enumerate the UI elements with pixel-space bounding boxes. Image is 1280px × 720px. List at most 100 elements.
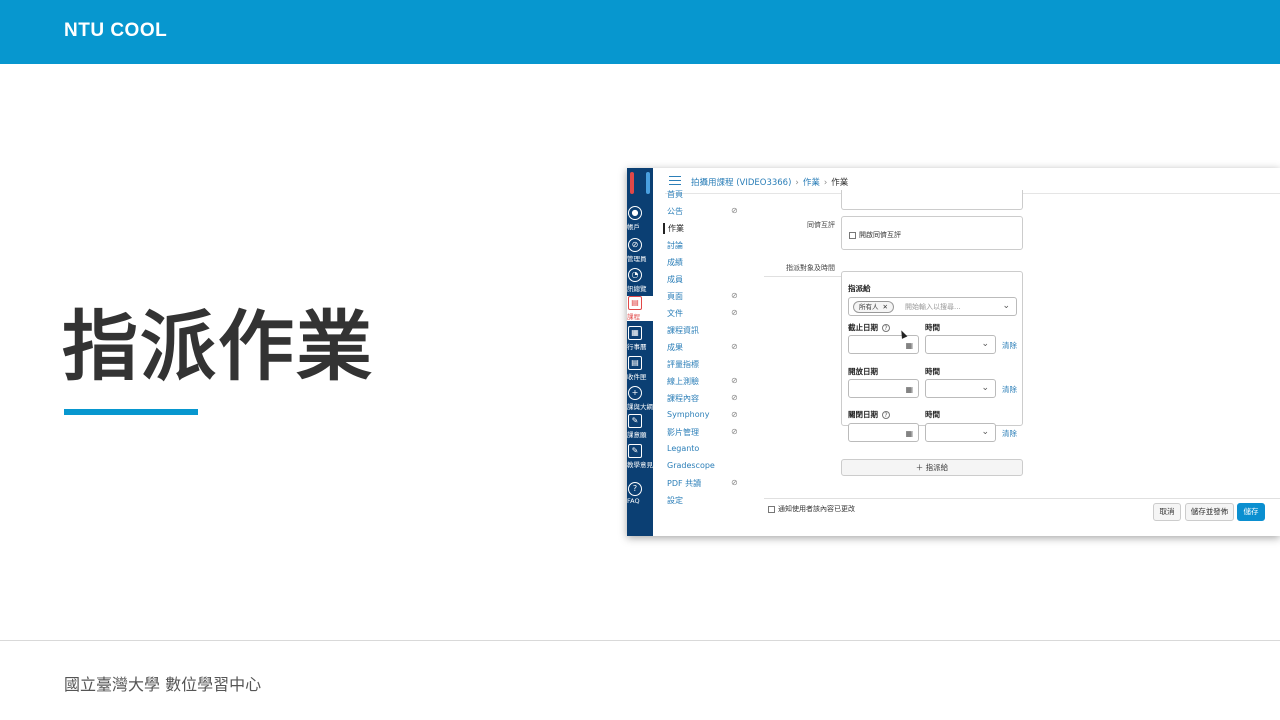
hidden-eye-icon: ⊘	[731, 206, 738, 215]
until-label: 關閉日期?	[848, 409, 890, 420]
assignee-placeholder: 開始輸入以搜尋...	[905, 303, 961, 311]
until-date-input[interactable]: ▦	[848, 423, 919, 442]
section-divider	[764, 276, 842, 277]
hamburger-menu-icon[interactable]	[669, 176, 681, 185]
hidden-eye-icon: ⊘	[731, 478, 738, 487]
assignee-tag-label: 所有人	[859, 303, 879, 311]
chevron-down-icon: ⌄	[981, 427, 989, 437]
slide-title: 指派作業	[62, 302, 374, 391]
calendar-icon[interactable]: ▦	[905, 429, 913, 438]
breadcrumb-current: 作業	[831, 178, 849, 188]
help-icon[interactable]: ?	[882, 411, 890, 419]
course-nav-item[interactable]: 課程資訊	[667, 325, 699, 336]
peer-review-option[interactable]: 開啟同儕互評	[849, 230, 901, 240]
save-button[interactable]: 儲存	[1237, 503, 1265, 521]
peer-review-checkbox[interactable]	[849, 231, 856, 239]
course-nav-item[interactable]: PDF 共讀	[667, 478, 701, 489]
due-date-input[interactable]: ▦	[848, 335, 919, 354]
course-nav-item[interactable]: 首頁	[667, 189, 683, 200]
course-nav-item[interactable]: 成員	[667, 274, 683, 285]
global-nav-item[interactable]: ✎ 教學意見調查	[627, 444, 653, 469]
until-clear-link[interactable]: 清除	[1002, 428, 1017, 439]
course-nav-item[interactable]: Symphony	[667, 410, 709, 419]
save-and-publish-button[interactable]: 儲存並發佈	[1185, 503, 1234, 521]
plus-icon: +	[628, 386, 642, 400]
title-underline	[64, 409, 198, 415]
global-nav-label: 收件匣	[627, 373, 647, 381]
course-nav-item[interactable]: 成果	[667, 342, 683, 353]
admin-icon: ⊘	[628, 238, 642, 252]
footer-institution: 國立臺灣大學 數位學習中心	[64, 675, 262, 694]
hidden-eye-icon: ⊘	[731, 308, 738, 317]
course-nav-item[interactable]: 評量指標	[667, 359, 699, 370]
course-nav-item[interactable]: 討論	[667, 240, 683, 251]
until-time-label: 時間	[925, 410, 940, 419]
edit-icon: ✎	[628, 414, 642, 428]
calendar-icon[interactable]: ▦	[905, 341, 913, 350]
add-assign-button[interactable]: ＋ 指派給	[841, 459, 1023, 476]
global-nav-item[interactable]: ▤ 收件匣	[627, 356, 653, 381]
tag-remove-icon[interactable]: ✕	[883, 303, 888, 311]
hidden-eye-icon: ⊘	[731, 410, 738, 419]
due-date-label: 截止日期?	[848, 322, 890, 333]
cancel-button[interactable]: 取消	[1153, 503, 1181, 521]
until-label-text: 關閉日期	[848, 410, 878, 419]
global-nav-item[interactable]: ✎ 課意願	[627, 414, 653, 439]
course-nav-item[interactable]: 線上測驗	[667, 376, 699, 387]
brand-logo: NTU COOL	[64, 20, 168, 41]
available-from-input[interactable]: ▦	[848, 379, 919, 398]
assign-to-label: 指派給	[848, 284, 871, 293]
course-nav-item[interactable]: 影片管理	[667, 427, 699, 438]
available-clear-link[interactable]: 清除	[1002, 384, 1017, 395]
course-nav-item[interactable]: 公告	[667, 206, 683, 217]
edit-icon: ✎	[628, 444, 642, 458]
previous-section-panel	[841, 190, 1023, 210]
help-icon[interactable]: ?	[882, 324, 890, 332]
breadcrumb: 拍攝用課程 (VIDEO3366) › 作業 › 作業	[691, 176, 848, 188]
global-nav-label: 訊總覽	[627, 285, 647, 293]
global-nav-label: 行事曆	[627, 343, 647, 351]
calendar-icon[interactable]: ▦	[905, 385, 913, 394]
help-icon: ?	[628, 482, 642, 496]
breadcrumb-course[interactable]: 拍攝用課程 (VIDEO3366)	[691, 178, 791, 188]
assign-to-input[interactable]: 所有人 ✕ 開始輸入以搜尋... ⌄	[848, 297, 1017, 316]
course-nav-item[interactable]: Gradescope	[667, 461, 715, 470]
hidden-eye-icon: ⊘	[731, 376, 738, 385]
chevron-down-icon[interactable]: ⌄	[1002, 301, 1010, 311]
due-time-select[interactable]: ⌄	[925, 335, 996, 354]
breadcrumb-assignments[interactable]: 作業	[803, 178, 820, 188]
breadcrumb-separator: ›	[823, 178, 828, 188]
chevron-down-icon: ⌄	[981, 339, 989, 349]
course-icon: ▤	[628, 296, 642, 310]
notify-checkbox[interactable]	[768, 505, 775, 513]
available-from-label: 開放日期	[848, 367, 878, 376]
hidden-eye-icon: ⊘	[731, 393, 738, 402]
course-nav-item[interactable]: 課程內容	[667, 393, 699, 404]
course-nav-item[interactable]: 設定	[667, 495, 683, 506]
course-nav-item[interactable]: 成績	[667, 257, 683, 268]
course-nav-item[interactable]: Leganto	[667, 444, 699, 453]
hidden-eye-icon: ⊘	[731, 342, 738, 351]
global-nav-item[interactable]: ◔ 訊總覽	[627, 268, 653, 293]
due-clear-link[interactable]: 清除	[1002, 340, 1017, 351]
peer-review-panel: 開啟同儕互評	[841, 216, 1023, 250]
hidden-eye-icon: ⊘	[731, 427, 738, 436]
global-nav-item[interactable]: ▤ 課程	[627, 296, 653, 321]
peer-review-label: 同儕互評	[807, 221, 835, 229]
global-nav-item[interactable]: + 課與大綱	[627, 386, 653, 411]
footer-divider	[0, 640, 1280, 641]
global-nav-item[interactable]: ▦ 行事曆	[627, 326, 653, 351]
course-nav-item[interactable]: 頁面	[667, 291, 683, 302]
global-nav-item[interactable]: ? FAQ	[627, 482, 653, 505]
notify-option[interactable]: 通知使用者該內容已更改	[768, 504, 855, 514]
global-nav-item[interactable]: ⊘ 管理員	[627, 238, 653, 263]
assignee-tag[interactable]: 所有人 ✕	[853, 301, 894, 313]
available-time-select[interactable]: ⌄	[925, 379, 996, 398]
course-nav-item[interactable]: 文件	[667, 308, 683, 319]
global-nav-item[interactable]: ● 帳戶	[627, 206, 653, 231]
global-nav: ●帳戶 ⊘管理員 ◔訊總覽 ▤ 課程 ▦行事曆 ▤收件匣 +課與大綱 ✎課意願 ✎教學意見調查 ?F…	[627, 168, 653, 536]
until-time-select[interactable]: ⌄	[925, 423, 996, 442]
global-nav-label: 課程	[627, 313, 640, 321]
top-banner: NTU COOL	[0, 0, 1280, 64]
course-nav-item[interactable]: 作業	[663, 223, 684, 234]
